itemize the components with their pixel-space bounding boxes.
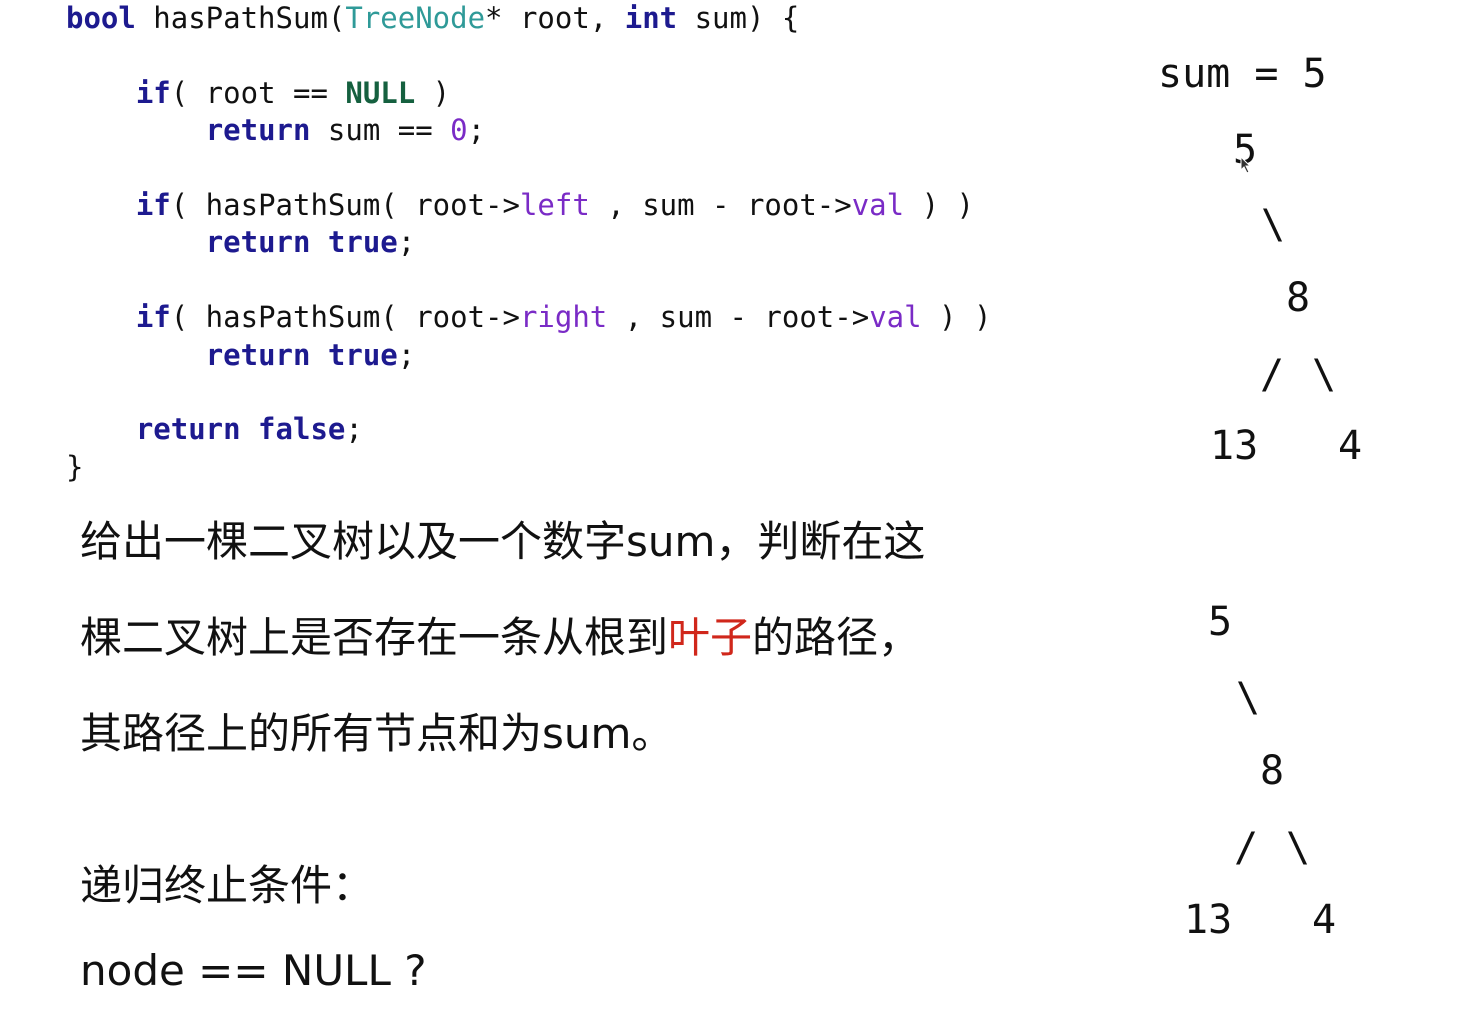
- code-line-6: return true;: [66, 224, 991, 261]
- code-text: hasPathSum(: [135, 1, 346, 35]
- code-text: sum) {: [677, 1, 800, 35]
- code-text: * root,: [485, 1, 625, 35]
- tree2-edge-root: \: [1236, 675, 1261, 721]
- code-keyword: return false: [135, 412, 346, 447]
- code-keyword: if: [135, 187, 171, 222]
- code-keyword: if: [135, 300, 171, 335]
- code-line-5: if( hasPathSum( root->left , sum - root-…: [66, 187, 991, 224]
- tree2-node-mid: 8: [1260, 748, 1285, 794]
- code-member: val: [851, 187, 905, 222]
- sum-label: sum = 5: [1158, 51, 1327, 97]
- code-member: right: [519, 300, 608, 335]
- code-text: ( hasPathSum( root->: [170, 187, 520, 222]
- code-block: bool hasPathSum(TreeNode* root, int sum)…: [66, 0, 991, 486]
- code-line-9: return true;: [66, 337, 991, 374]
- code-text: sum ==: [310, 113, 451, 148]
- highlight-leaf: 叶子: [668, 613, 753, 662]
- code-line-1: bool hasPathSum(TreeNode* root, int sum)…: [66, 0, 991, 37]
- tree1-edge-root: \: [1261, 202, 1286, 248]
- description-line-2: 棵二叉树上是否存在一条从根到叶子的路径，: [80, 604, 920, 665]
- mouse-pointer-icon: [1240, 156, 1252, 174]
- code-line-12: }: [66, 449, 84, 484]
- tree1-edge-left: /: [1260, 352, 1285, 398]
- tree2-node-leaf-left: 13: [1184, 897, 1233, 943]
- description-line-1: 给出一棵二叉树以及一个数字sum，判断在这: [80, 517, 926, 566]
- code-text: , sum - root->: [607, 300, 870, 335]
- description-text: 的路径，: [752, 613, 921, 662]
- code-keyword: return true: [205, 225, 398, 260]
- code-line-8: if( hasPathSum( root->right , sum - root…: [66, 299, 992, 336]
- tree1-edge-right: \: [1312, 352, 1337, 398]
- code-text: ): [415, 75, 451, 110]
- tree1-node-leaf-right: 4: [1338, 423, 1363, 469]
- code-type: TreeNode: [345, 1, 486, 35]
- code-text: ;: [345, 412, 363, 447]
- code-text: ( hasPathSum( root->: [170, 300, 520, 335]
- code-member: val: [869, 300, 922, 335]
- code-keyword: return: [205, 113, 311, 148]
- code-null: NULL: [345, 75, 416, 110]
- termination-condition: node == NULL ?: [80, 946, 427, 995]
- code-keyword: if: [135, 75, 171, 110]
- code-text: , sum - root->: [589, 187, 852, 222]
- code-line-11: return false;: [66, 411, 991, 448]
- code-keyword: bool: [66, 1, 136, 35]
- code-number: 0: [450, 113, 468, 148]
- code-text: ;: [397, 337, 416, 372]
- code-line-2: if( root == NULL ): [66, 75, 991, 112]
- tree2-edge-right: \: [1286, 825, 1311, 871]
- tree2-edge-left: /: [1234, 825, 1259, 871]
- code-text: ;: [397, 225, 416, 260]
- code-keyword: int: [624, 1, 678, 35]
- code-member: left: [519, 187, 590, 222]
- code-line-3: return sum == 0;: [66, 112, 991, 149]
- tree1-node-leaf-left: 13: [1210, 423, 1259, 469]
- code-keyword: return true: [205, 337, 398, 372]
- tree2-node-leaf-right: 4: [1312, 897, 1337, 943]
- code-text: ;: [467, 113, 486, 148]
- code-text: ) ): [921, 300, 992, 335]
- code-text: ) ): [904, 187, 974, 222]
- tree1-node-mid: 8: [1286, 275, 1311, 321]
- description-text: 棵二叉树上是否存在一条从根到: [80, 613, 669, 662]
- description-line-3: 其路径上的所有节点和为sum。: [80, 709, 674, 758]
- termination-title: 递归终止条件：: [80, 861, 375, 910]
- tree2-node-root: 5: [1208, 599, 1233, 645]
- code-text: ( root ==: [170, 75, 346, 110]
